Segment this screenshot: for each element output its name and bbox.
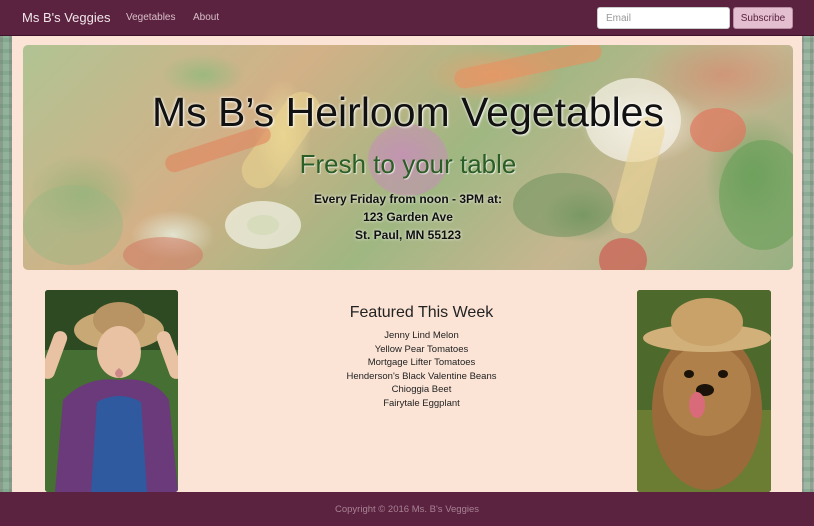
address-street: 123 Garden Ave [363, 210, 453, 224]
featured-item: Henderson's Black Valentine Beans [346, 370, 497, 382]
featured-heading: Featured This Week [349, 304, 494, 321]
brand-link[interactable]: Ms B's Veggies [22, 10, 110, 25]
woman-in-straw-hat-image [45, 290, 178, 492]
hero-subtitle: Fresh to your table [299, 149, 517, 179]
nav-link-about[interactable]: About [193, 12, 219, 23]
featured-item: Jenny Lind Melon [384, 330, 459, 341]
nav-link-vegetables[interactable]: Vegetables [126, 12, 176, 23]
featured-item: Fairytale Eggplant [383, 397, 460, 409]
dog-photo [637, 290, 771, 492]
market-schedule: Every Friday from noon - 3PM at: [313, 192, 503, 206]
featured-item: Mortgage Lifter Tomatoes [367, 357, 476, 369]
copyright-text: Copyright © 2016 Ms. B's Veggies [335, 504, 479, 515]
featured-list: Jenny Lind Melon Yellow Pear Tomatoes Mo… [266, 329, 577, 411]
main-content-panel: Ms B’s Heirloom Vegetables Fresh to your… [12, 36, 802, 526]
top-navbar: Ms B's Veggies Vegetables About Subscrib… [0, 0, 814, 36]
hero-banner: Ms B’s Heirloom Vegetables Fresh to your… [23, 45, 793, 270]
subscribe-button[interactable]: Subscribe [733, 7, 793, 29]
farmer-woman-photo [45, 290, 178, 492]
hero-title: Ms B’s Heirloom Vegetables [152, 89, 664, 135]
featured-item: Yellow Pear Tomatoes [374, 343, 469, 355]
dog-in-straw-hat-image [637, 290, 771, 492]
address-city: St. Paul, MN 55123 [354, 228, 462, 242]
footer: Copyright © 2016 Ms. B's Veggies [0, 492, 814, 526]
email-input[interactable] [597, 7, 730, 29]
featured-item: Chioggia Beet [391, 384, 452, 396]
